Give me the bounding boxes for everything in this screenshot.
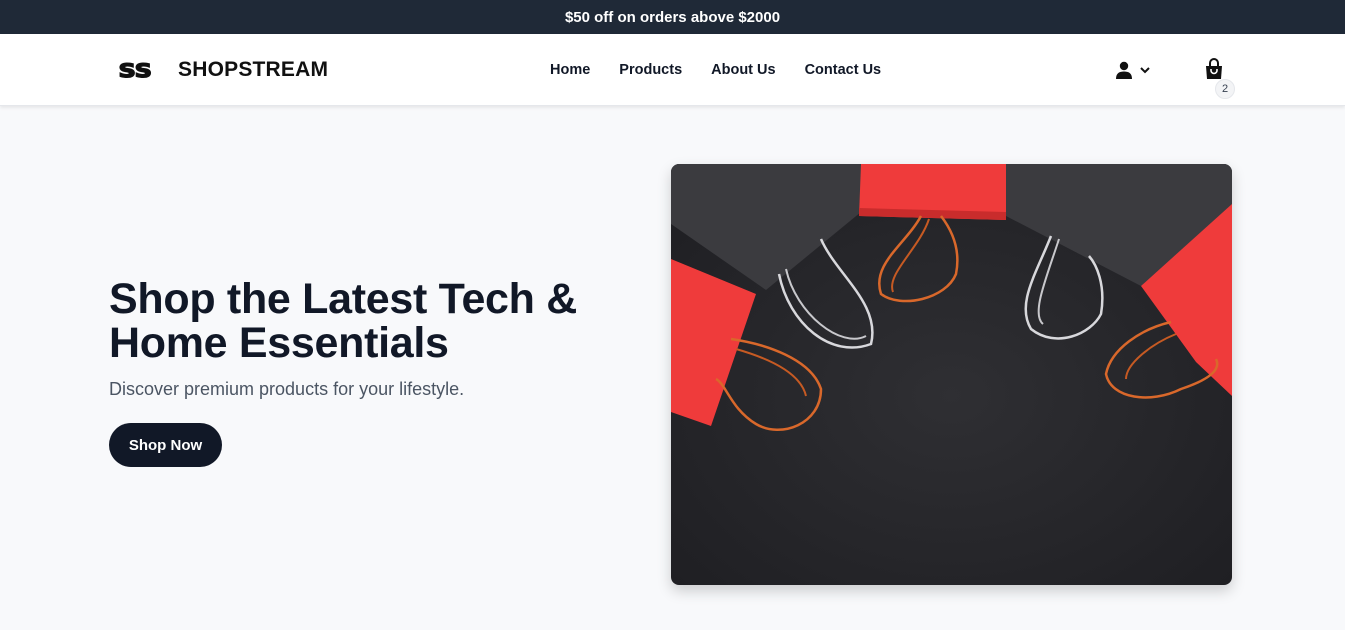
site-header: SS SHOPSTREAM Home Products About Us Con… xyxy=(0,34,1345,106)
nav-products[interactable]: Products xyxy=(619,62,682,78)
nav-contact-us[interactable]: Contact Us xyxy=(805,62,882,78)
brand-logo-link[interactable]: SS SHOPSTREAM xyxy=(109,34,328,105)
promo-bar: $50 off on orders above $2000 xyxy=(0,0,1345,34)
hero-image xyxy=(671,164,1232,585)
svg-text:SS: SS xyxy=(119,61,152,79)
account-menu-button[interactable] xyxy=(1115,58,1151,82)
shopping-bags-image xyxy=(671,164,1232,585)
ss-logo-icon: SS xyxy=(118,61,153,79)
shop-now-button[interactable]: Shop Now xyxy=(109,423,222,467)
main-nav: Home Products About Us Contact Us xyxy=(550,34,881,105)
hero-section: Shop the Latest Tech & Home Essentials D… xyxy=(109,277,629,467)
chevron-down-icon xyxy=(1140,67,1150,74)
hero-title: Shop the Latest Tech & Home Essentials xyxy=(109,275,578,367)
hero-subtitle: Discover premium products for your lifes… xyxy=(109,379,465,399)
nav-about-us[interactable]: About Us xyxy=(711,62,775,78)
user-icon xyxy=(1116,61,1132,79)
brand-name: SHOPSTREAM xyxy=(178,57,329,81)
shopping-bag-icon xyxy=(1206,58,1222,79)
nav-home[interactable]: Home xyxy=(550,62,590,78)
promo-text: $50 off on orders above $2000 xyxy=(564,8,781,26)
cart-count-badge: 2 xyxy=(1215,79,1235,99)
